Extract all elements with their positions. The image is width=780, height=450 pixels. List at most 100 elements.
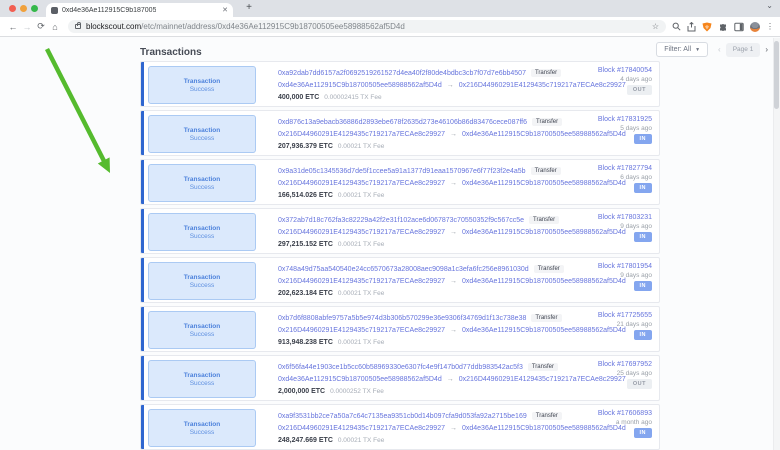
new-tab-button[interactable]: + <box>243 2 255 13</box>
table-row[interactable]: Transaction Success 0x6f56fa44e1903ce1b5… <box>140 355 660 401</box>
home-icon[interactable]: ⌂ <box>48 22 62 32</box>
from-address-link[interactable]: 0x216D44960291E4129435c719217a7ECAe8c299… <box>278 278 445 285</box>
filter-button[interactable]: Filter: All ▼ <box>656 42 708 57</box>
table-row[interactable]: Transaction Success 0xa92dab7dd6157a2f06… <box>140 61 660 107</box>
reload-icon[interactable]: ⟳ <box>34 21 48 32</box>
search-icon[interactable] <box>672 22 681 31</box>
tx-hash-link[interactable]: 0x6f56fa44e1903ce1b5cc60b58969330e6307fc… <box>278 364 523 371</box>
table-row[interactable]: Transaction Success 0xb7d6f8808abfe9757a… <box>140 306 660 352</box>
table-row[interactable]: Transaction Success 0x9a31de05c1345536d7… <box>140 159 660 205</box>
status-badge: Transaction Success <box>148 66 256 104</box>
status-accent-bar <box>141 160 144 204</box>
tx-type-badge: Transfer <box>528 363 558 371</box>
tab-close-icon[interactable]: ✕ <box>222 6 228 14</box>
tx-fee: 0.00002415 TX Fee <box>324 94 381 101</box>
transaction-list: Transaction Success 0xa92dab7dd6157a2f06… <box>140 61 660 450</box>
bookmark-star-icon[interactable]: ☆ <box>652 22 659 31</box>
share-icon[interactable] <box>687 22 696 32</box>
tx-value: 207,936.379 ETC <box>278 143 333 150</box>
table-row[interactable]: Transaction Success 0xd876c13a9ebacb3688… <box>140 110 660 156</box>
url-path: /etc/mainnet/address/0xd4e36Ae112915C9b1… <box>141 22 405 31</box>
table-row[interactable]: Transaction Success 0x748a49d75aa540540e… <box>140 257 660 303</box>
from-address-link[interactable]: 0x216D44960291E4129435c719217a7ECAe8c299… <box>278 180 445 187</box>
status-accent-bar <box>141 356 144 400</box>
from-address-link[interactable]: 0x216D44960291E4129435c719217a7ECAe8c299… <box>278 327 445 334</box>
browser-menu-icon[interactable]: ⋮ <box>766 25 774 28</box>
url-text: blockscout.com/etc/mainnet/address/0xd4e… <box>86 22 405 31</box>
table-row[interactable]: Transaction Success 0x372ab7d18c762fa3c8… <box>140 208 660 254</box>
side-panel-icon[interactable] <box>734 22 744 32</box>
block-link[interactable]: Block #17840054 <box>598 67 652 74</box>
tab-search-chevron-icon[interactable]: ⌄ <box>766 1 773 10</box>
tx-age: 9 days ago <box>620 223 652 230</box>
tx-hash-link[interactable]: 0x372ab7d18c762fa3c82229a42f2e31f102ace6… <box>278 217 524 224</box>
status-accent-bar <box>141 62 144 106</box>
lock-icon <box>75 24 81 29</box>
arrow-right-icon: → <box>450 425 457 432</box>
minimize-window-button[interactable] <box>20 5 27 12</box>
direction-badge: IN <box>634 232 653 242</box>
browser-tab-strip: 0xd4e36Ae112915C9b187005 ✕ + ⌄ <box>0 0 780 17</box>
table-row[interactable]: Transaction Success 0xa9f3531bb2ce7a50a7… <box>140 404 660 450</box>
address-bar[interactable]: blockscout.com/etc/mainnet/address/0xd4e… <box>68 20 666 33</box>
direction-badge: IN <box>634 134 653 144</box>
status-badge: Transaction Success <box>148 213 256 251</box>
tx-value: 166,514.026 ETC <box>278 192 333 199</box>
arrow-right-icon: → <box>450 131 457 138</box>
from-address-link[interactable]: 0xd4e36Ae112915C9b18700505ee58988562af5D… <box>278 376 442 383</box>
direction-badge: IN <box>634 281 653 291</box>
arrow-right-icon: → <box>447 376 454 383</box>
maximize-window-button[interactable] <box>31 5 38 12</box>
block-link[interactable]: Block #17606893 <box>598 410 652 417</box>
tx-hash-link[interactable]: 0x748a49d75aa540540e24cc6570673a28008aec… <box>278 266 529 273</box>
status-badge: Transaction Success <box>148 164 256 202</box>
back-icon[interactable]: ← <box>6 22 20 32</box>
status-badge: Transaction Success <box>148 360 256 398</box>
block-link[interactable]: Block #17801954 <box>598 263 652 270</box>
tx-age: 9 days ago <box>620 272 652 279</box>
tx-hash-link[interactable]: 0xb7d6f8808abfe9757a5b5e974d3b306b570299… <box>278 315 526 322</box>
window-controls[interactable] <box>9 5 38 12</box>
block-link[interactable]: Block #17831925 <box>598 116 652 123</box>
close-window-button[interactable] <box>9 5 16 12</box>
status-accent-bar <box>141 258 144 302</box>
next-page-button[interactable]: › <box>765 45 768 54</box>
site-favicon-icon <box>51 7 58 14</box>
metamask-extension-icon[interactable] <box>702 22 712 32</box>
from-address-link[interactable]: 0x216D44960291E4129435c719217a7ECAe8c299… <box>278 425 445 432</box>
tx-age: 6 days ago <box>620 174 652 181</box>
tx-age: 4 days ago <box>620 76 652 83</box>
arrow-right-icon: → <box>447 82 454 89</box>
block-link[interactable]: Block #17697952 <box>598 361 652 368</box>
direction-badge: IN <box>634 330 653 340</box>
status-accent-bar <box>141 405 144 449</box>
status-accent-bar <box>141 111 144 155</box>
direction-badge: IN <box>634 428 653 438</box>
page-indicator: Page 1 <box>726 43 761 57</box>
block-link[interactable]: Block #17803231 <box>598 214 652 221</box>
browser-tab[interactable]: 0xd4e36Ae112915C9b187005 ✕ <box>46 3 233 17</box>
tx-hash-link[interactable]: 0xa92dab7dd6157a2f0692519261527d4ea40f2f… <box>278 70 526 77</box>
tx-fee: 0.00021 TX Fee <box>338 290 385 297</box>
scrollbar[interactable] <box>773 38 780 450</box>
tx-hash-link[interactable]: 0xa9f3531bb2ce7a50a7c64c7135ea9351cb0d14… <box>278 413 527 420</box>
extensions-puzzle-icon[interactable] <box>718 22 728 32</box>
from-address-link[interactable]: 0xd4e36Ae112915C9b18700505ee58988562af5D… <box>278 82 442 89</box>
from-address-link[interactable]: 0x216D44960291E4129435c719217a7ECAe8c299… <box>278 131 445 138</box>
status-badge: Transaction Success <box>148 311 256 349</box>
chevron-down-icon: ▼ <box>695 47 700 53</box>
tx-type-badge: Transfer <box>532 118 562 126</box>
prev-page-button[interactable]: ‹ <box>718 45 721 54</box>
from-address-link[interactable]: 0x216D44960291E4129435c719217a7ECAe8c299… <box>278 229 445 236</box>
tx-hash-link[interactable]: 0x9a31de05c1345536d7de5f1ccee5a91a1377d9… <box>278 168 526 175</box>
block-link[interactable]: Block #17725655 <box>598 312 652 319</box>
scrollbar-thumb[interactable] <box>774 41 779 109</box>
tx-age: a month ago <box>616 419 652 426</box>
tx-value: 913,948.238 ETC <box>278 339 333 346</box>
block-link[interactable]: Block #17827794 <box>598 165 652 172</box>
forward-icon[interactable]: → <box>20 22 34 32</box>
profile-avatar[interactable] <box>750 22 760 32</box>
blockscout-page: Transactions Filter: All ▼ ‹ Page 1 › Tr… <box>0 38 780 450</box>
direction-badge: OUT <box>627 85 652 95</box>
tx-hash-link[interactable]: 0xd876c13a9ebacb36886d2893ebe678f2635d27… <box>278 119 527 126</box>
